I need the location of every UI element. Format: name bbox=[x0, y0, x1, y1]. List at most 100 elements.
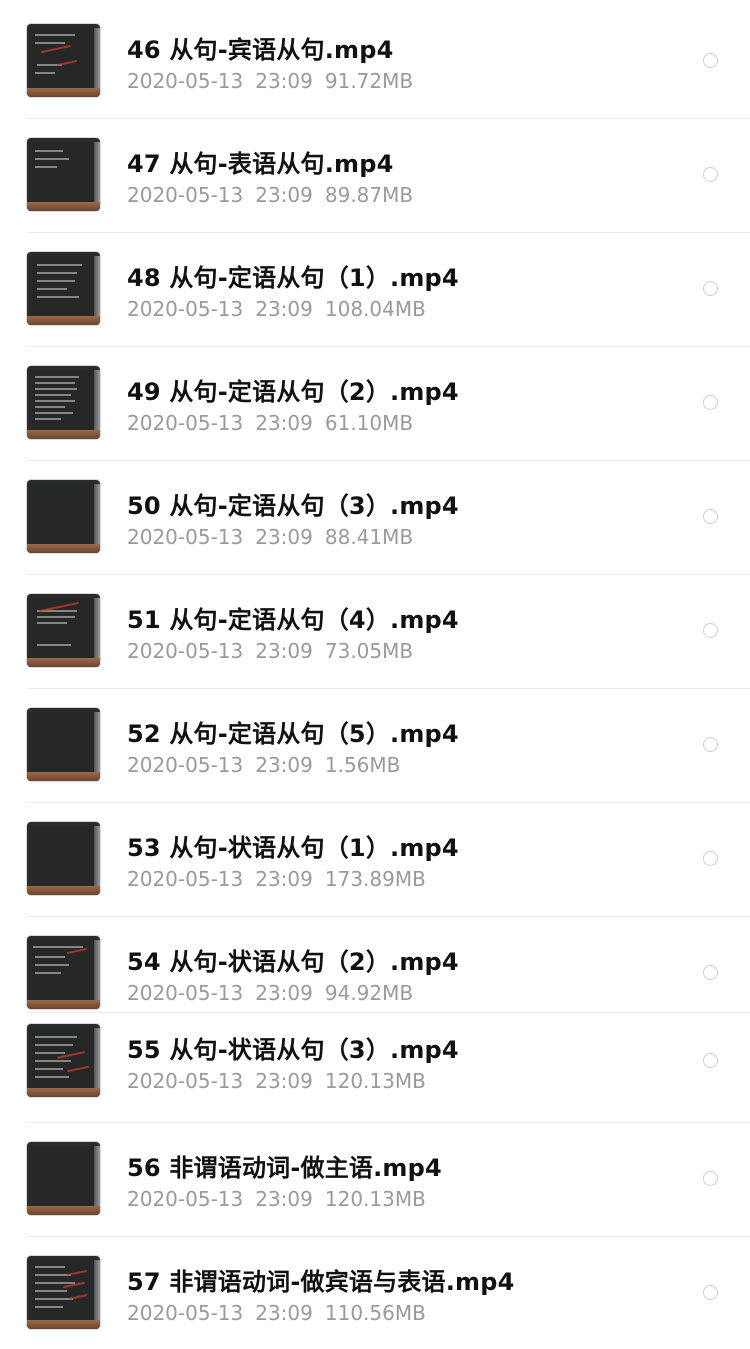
video-thumbnail-blackboard bbox=[27, 138, 100, 211]
file-date: 2020-05-13 bbox=[127, 639, 244, 663]
select-radio[interactable] bbox=[703, 509, 718, 524]
file-item[interactable]: 46 从句-宾语从句.mp4 2020-05-13 23:09 91.72MB bbox=[0, 4, 750, 118]
file-date: 2020-05-13 bbox=[127, 1069, 244, 1093]
file-name: 54 从句-状语从句（2）.mp4 bbox=[127, 948, 459, 976]
file-name: 50 从句-定语从句（3）.mp4 bbox=[127, 492, 459, 520]
file-time: 23:09 bbox=[255, 525, 313, 549]
file-name: 51 从句-定语从句（4）.mp4 bbox=[127, 606, 459, 634]
file-size: 108.04MB bbox=[324, 297, 426, 321]
file-date: 2020-05-13 bbox=[127, 1187, 244, 1211]
select-radio[interactable] bbox=[703, 395, 718, 410]
video-thumbnail-blackboard bbox=[27, 366, 100, 439]
file-name: 55 从句-状语从句（3）.mp4 bbox=[127, 1036, 459, 1064]
select-radio[interactable] bbox=[703, 965, 718, 980]
file-time: 23:09 bbox=[255, 411, 313, 435]
select-radio[interactable] bbox=[703, 167, 718, 182]
file-name: 52 从句-定语从句（5）.mp4 bbox=[127, 720, 459, 748]
file-size: 61.10MB bbox=[324, 411, 414, 435]
file-item[interactable]: 52 从句-定语从句（5）.mp4 2020-05-13 23:09 1.56MB bbox=[0, 688, 750, 802]
select-radio[interactable] bbox=[703, 851, 718, 866]
video-thumbnail-blackboard bbox=[27, 24, 100, 97]
video-thumbnail-blackboard bbox=[27, 252, 100, 325]
file-time: 23:09 bbox=[255, 753, 313, 777]
file-item[interactable]: 50 从句-定语从句（3）.mp4 2020-05-13 23:09 88.41MB bbox=[0, 460, 750, 574]
file-date: 2020-05-13 bbox=[127, 411, 244, 435]
file-meta: 2020-05-13 23:09 89.87MB bbox=[127, 183, 413, 207]
file-meta: 2020-05-13 23:09 110.56MB bbox=[127, 1301, 426, 1325]
select-radio[interactable] bbox=[703, 53, 718, 68]
file-size: 173.89MB bbox=[324, 867, 426, 891]
file-time: 23:09 bbox=[255, 183, 313, 207]
divider bbox=[27, 232, 750, 233]
file-date: 2020-05-13 bbox=[127, 753, 244, 777]
file-list: 46 从句-宾语从句.mp4 2020-05-13 23:09 91.72MB 47 从… bbox=[0, 0, 750, 1349]
file-meta: 2020-05-13 23:09 120.13MB bbox=[127, 1187, 426, 1211]
file-name: 53 从句-状语从句（1）.mp4 bbox=[127, 834, 459, 862]
divider bbox=[27, 688, 750, 689]
divider bbox=[27, 460, 750, 461]
file-name: 46 从句-宾语从句.mp4 bbox=[127, 36, 394, 64]
file-meta: 2020-05-13 23:09 73.05MB bbox=[127, 639, 413, 663]
divider bbox=[27, 346, 750, 347]
file-size: 120.13MB bbox=[324, 1069, 426, 1093]
file-meta: 2020-05-13 23:09 108.04MB bbox=[127, 297, 426, 321]
file-meta: 2020-05-13 23:09 1.56MB bbox=[127, 753, 400, 777]
file-size: 88.41MB bbox=[324, 525, 414, 549]
file-item[interactable]: 54 从句-状语从句（2）.mp4 2020-05-13 23:09 94.92MB bbox=[0, 916, 750, 1012]
file-date: 2020-05-13 bbox=[127, 183, 244, 207]
select-radio[interactable] bbox=[703, 737, 718, 752]
file-item[interactable]: 47 从句-表语从句.mp4 2020-05-13 23:09 89.87MB bbox=[0, 118, 750, 232]
file-size: 89.87MB bbox=[324, 183, 414, 207]
select-radio[interactable] bbox=[703, 623, 718, 638]
file-meta: 2020-05-13 23:09 91.72MB bbox=[127, 69, 413, 93]
video-thumbnail-blackboard bbox=[27, 594, 100, 667]
video-thumbnail-blackboard bbox=[27, 1142, 100, 1215]
video-thumbnail-blackboard bbox=[27, 1024, 100, 1097]
divider bbox=[27, 916, 750, 917]
file-size: 120.13MB bbox=[324, 1187, 426, 1211]
file-date: 2020-05-13 bbox=[127, 525, 244, 549]
file-name: 57 非谓语动词-做宾语与表语.mp4 bbox=[127, 1268, 515, 1296]
video-thumbnail-blackboard bbox=[27, 822, 100, 895]
divider bbox=[27, 802, 750, 803]
video-thumbnail-blackboard bbox=[27, 936, 100, 1009]
select-radio[interactable] bbox=[703, 1171, 718, 1186]
file-item[interactable]: 56 非谓语动词-做主语.mp4 2020-05-13 23:09 120.13MB bbox=[0, 1122, 750, 1236]
select-radio[interactable] bbox=[703, 1285, 718, 1300]
file-time: 23:09 bbox=[255, 1069, 313, 1093]
video-thumbnail-blackboard bbox=[27, 1256, 100, 1329]
file-size: 73.05MB bbox=[324, 639, 414, 663]
divider bbox=[27, 574, 750, 575]
file-time: 23:09 bbox=[255, 639, 313, 663]
file-meta: 2020-05-13 23:09 88.41MB bbox=[127, 525, 413, 549]
file-size: 110.56MB bbox=[324, 1301, 426, 1325]
select-radio[interactable] bbox=[703, 1053, 718, 1068]
file-item[interactable]: 55 从句-状语从句（3）.mp4 2020-05-13 23:09 120.13MB bbox=[0, 1012, 750, 1122]
file-item[interactable]: 51 从句-定语从句（4）.mp4 2020-05-13 23:09 73.05MB bbox=[0, 574, 750, 688]
file-item[interactable]: 53 从句-状语从句（1）.mp4 2020-05-13 23:09 173.89MB bbox=[0, 802, 750, 916]
file-meta: 2020-05-13 23:09 173.89MB bbox=[127, 867, 426, 891]
file-date: 2020-05-13 bbox=[127, 867, 244, 891]
file-size: 91.72MB bbox=[324, 69, 414, 93]
file-date: 2020-05-13 bbox=[127, 981, 244, 1005]
select-radio[interactable] bbox=[703, 281, 718, 296]
file-size: 94.92MB bbox=[324, 981, 414, 1005]
divider bbox=[27, 1012, 750, 1013]
divider bbox=[27, 1236, 750, 1237]
file-time: 23:09 bbox=[255, 867, 313, 891]
file-item[interactable]: 49 从句-定语从句（2）.mp4 2020-05-13 23:09 61.10MB bbox=[0, 346, 750, 460]
file-size: 1.56MB bbox=[324, 753, 401, 777]
file-name: 47 从句-表语从句.mp4 bbox=[127, 150, 394, 178]
file-meta: 2020-05-13 23:09 61.10MB bbox=[127, 411, 413, 435]
file-item[interactable]: 48 从句-定语从句（1）.mp4 2020-05-13 23:09 108.04MB bbox=[0, 232, 750, 346]
file-date: 2020-05-13 bbox=[127, 69, 244, 93]
file-time: 23:09 bbox=[255, 981, 313, 1005]
file-meta: 2020-05-13 23:09 120.13MB bbox=[127, 1069, 426, 1093]
divider bbox=[27, 118, 750, 119]
file-date: 2020-05-13 bbox=[127, 297, 244, 321]
file-time: 23:09 bbox=[255, 297, 313, 321]
file-time: 23:09 bbox=[255, 1301, 313, 1325]
file-item[interactable]: 57 非谓语动词-做宾语与表语.mp4 2020-05-13 23:09 110.56… bbox=[0, 1236, 750, 1349]
file-time: 23:09 bbox=[255, 1187, 313, 1211]
divider bbox=[27, 1122, 750, 1123]
